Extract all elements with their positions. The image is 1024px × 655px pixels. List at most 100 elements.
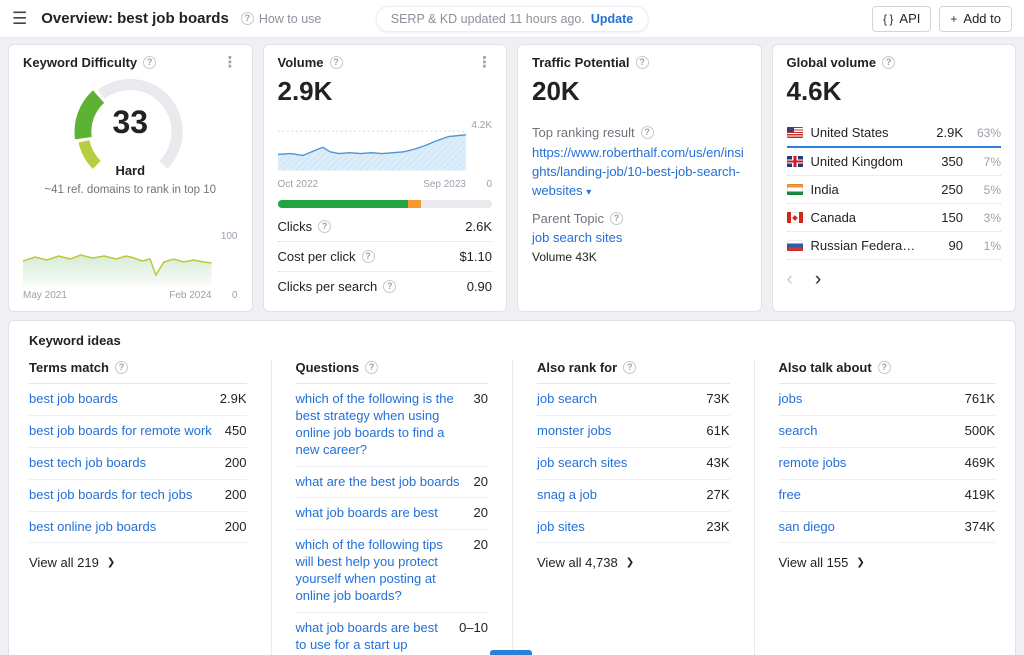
kebab-menu-icon[interactable]: ⋮: [223, 55, 238, 70]
help-icon[interactable]: [610, 212, 623, 225]
keyword-link[interactable]: snag a job: [537, 487, 597, 504]
keyword-link[interactable]: best tech job boards: [29, 455, 146, 472]
keyword-volume: 2.9K: [220, 391, 247, 408]
keyword-row: best online job boards 200: [29, 512, 247, 544]
keyword-link[interactable]: best job boards for tech jobs: [29, 487, 192, 504]
help-icon[interactable]: [641, 126, 654, 139]
global-volume-value: 4.6K: [787, 76, 1002, 107]
view-all-label: View all 4,738: [537, 555, 618, 570]
view-all-link[interactable]: View all 219 ❯: [29, 543, 247, 570]
keyword-row: san diego 374K: [779, 512, 996, 544]
view-all-link[interactable]: View all 155 ❯: [779, 543, 996, 570]
paid-clicks-segment: [408, 200, 421, 208]
parent-topic-volume: Volume 43K: [532, 250, 747, 264]
menu-icon[interactable]: ☰: [12, 9, 27, 29]
country-volume: 350: [925, 154, 963, 169]
top-ranking-url-text: https://www.roberthalf.com/us/en/insight…: [532, 145, 744, 198]
help-icon[interactable]: [383, 280, 396, 293]
help-icon[interactable]: [362, 250, 375, 263]
country-flag-icon: [787, 212, 803, 223]
metric-row: Clicks 2.6K: [278, 212, 493, 242]
keyword-volume: 23K: [706, 519, 729, 536]
keyword-link[interactable]: best job boards: [29, 391, 118, 408]
keyword-row: which of the following tips will best he…: [296, 530, 489, 613]
prev-page-button[interactable]: ‹: [787, 270, 793, 289]
help-icon[interactable]: [365, 361, 378, 374]
country-flag-icon: [787, 184, 803, 195]
country-row[interactable]: Canada 150 3%: [787, 204, 1002, 232]
caret-down-icon[interactable]: ▾: [586, 187, 591, 198]
help-icon[interactable]: [623, 361, 636, 374]
metric-label: Cost per click: [278, 249, 356, 264]
volume-card: Volume ⋮ 2.9K 4.2K 0 Oct 2022 Se: [263, 44, 508, 312]
keyword-link[interactable]: search: [779, 423, 818, 440]
country-volume: 2.9K: [925, 125, 963, 140]
help-icon[interactable]: [330, 56, 343, 69]
keyword-link[interactable]: job search: [537, 391, 597, 408]
axis-label-min: 0: [232, 290, 238, 301]
keyword-volume: 500K: [965, 423, 995, 440]
keyword-link[interactable]: what job boards are best: [296, 505, 438, 522]
help-icon[interactable]: [882, 56, 895, 69]
keyword-link[interactable]: what job boards are best to use for a st…: [296, 620, 448, 655]
metric-value: $1.10: [459, 249, 492, 264]
keyword-row: which of the following is the best strat…: [296, 384, 489, 467]
keyword-volume: 200: [225, 455, 247, 472]
country-flag-icon: [787, 240, 803, 251]
metric-value: 0.90: [467, 279, 492, 294]
keyword-link[interactable]: free: [779, 487, 801, 504]
keyword-link[interactable]: job search sites: [537, 455, 627, 472]
country-row[interactable]: Russian Federation 90 1%: [787, 232, 1002, 260]
help-icon[interactable]: [318, 220, 331, 233]
country-share: 1%: [971, 239, 1001, 253]
also-rank-for-column: Also rank for job search 73K monster job…: [512, 360, 754, 655]
keyword-link[interactable]: best online job boards: [29, 519, 156, 536]
country-row[interactable]: India 250 5%: [787, 176, 1002, 204]
organic-clicks-segment: [278, 200, 409, 208]
keyword-link[interactable]: best job boards for remote work: [29, 423, 212, 440]
help-icon[interactable]: [636, 56, 649, 69]
help-icon[interactable]: [878, 361, 891, 374]
country-row[interactable]: United States 2.9K 63%: [787, 119, 1002, 148]
also-talk-about-column: Also talk about jobs 761K search 500K re…: [754, 360, 996, 655]
keyword-row: free 419K: [779, 480, 996, 512]
update-link[interactable]: Update: [591, 12, 633, 26]
keyword-volume: 450: [225, 423, 247, 440]
keyword-link[interactable]: which of the following is the best strat…: [296, 391, 462, 459]
how-to-use-link[interactable]: How to use: [241, 12, 322, 26]
kebab-menu-icon[interactable]: ⋮: [477, 55, 492, 70]
parent-topic-link[interactable]: job search sites: [532, 230, 747, 245]
axis-label-start-date: Oct 2022: [278, 179, 319, 190]
keyword-link[interactable]: which of the following tips will best he…: [296, 537, 462, 605]
code-braces-icon: { }: [883, 12, 893, 26]
column-title: Also rank for: [537, 360, 617, 375]
header-actions: { } API + Add to: [872, 6, 1012, 32]
kd-gauge: 33 Hard: [62, 70, 198, 182]
volume-sparkline: [278, 124, 467, 176]
keyword-link[interactable]: what are the best job boards: [296, 474, 460, 491]
keyword-link[interactable]: monster jobs: [537, 423, 611, 440]
kd-history-chart: 100 0: [23, 235, 238, 287]
keyword-link[interactable]: remote jobs: [779, 455, 847, 472]
card-title: Global volume: [787, 55, 877, 70]
keyword-link[interactable]: jobs: [779, 391, 803, 408]
volume-history-chart: 4.2K 0: [278, 124, 493, 176]
column-title: Terms match: [29, 360, 109, 375]
card-title: Keyword Difficulty: [23, 55, 137, 70]
metric-row: Clicks per search 0.90: [278, 272, 493, 301]
keyword-row: monster jobs 61K: [537, 416, 730, 448]
keyword-row: best job boards for tech jobs 200: [29, 480, 247, 512]
next-page-button[interactable]: ›: [815, 270, 821, 289]
card-title: Volume: [278, 55, 324, 70]
help-icon[interactable]: [115, 361, 128, 374]
keyword-link[interactable]: job sites: [537, 519, 585, 536]
api-button[interactable]: { } API: [872, 6, 931, 32]
country-row[interactable]: United Kingdom 350 7%: [787, 148, 1002, 176]
view-all-link[interactable]: View all 4,738 ❯: [537, 543, 730, 570]
add-to-button[interactable]: + Add to: [939, 6, 1012, 32]
help-icon[interactable]: [143, 56, 156, 69]
card-title: Traffic Potential: [532, 55, 630, 70]
keyword-link[interactable]: san diego: [779, 519, 835, 536]
top-ranking-url-link[interactable]: https://www.roberthalf.com/us/en/insight…: [532, 144, 747, 201]
keyword-row: search 500K: [779, 416, 996, 448]
